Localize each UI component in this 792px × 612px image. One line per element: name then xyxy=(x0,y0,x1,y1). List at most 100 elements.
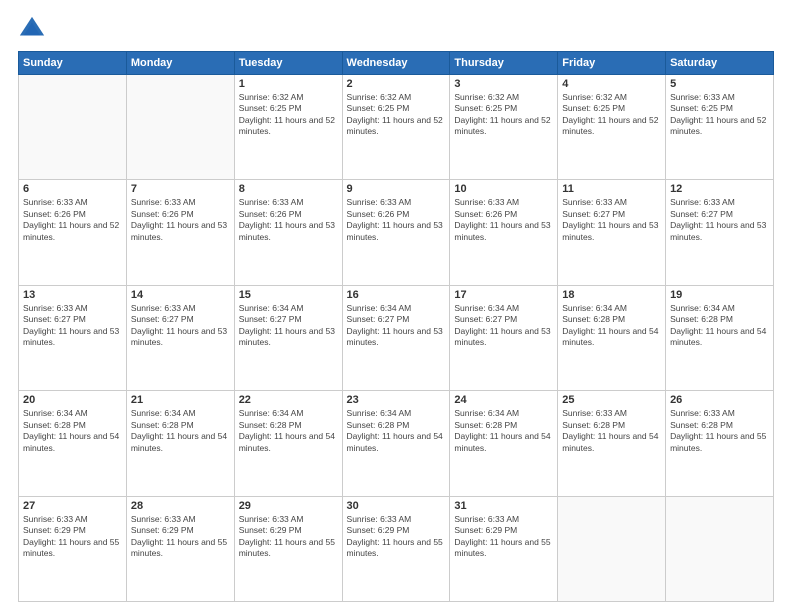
logo-icon xyxy=(18,15,46,43)
header-day-monday: Monday xyxy=(126,52,234,75)
day-number: 25 xyxy=(562,394,661,406)
calendar-cell: 12Sunrise: 6:33 AM Sunset: 6:27 PM Dayli… xyxy=(666,180,774,285)
logo xyxy=(18,15,50,43)
day-number: 18 xyxy=(562,289,661,301)
header-day-sunday: Sunday xyxy=(19,52,127,75)
calendar-cell: 22 Sunrise: 6:34 AM Sunset: 6:28 PM Dayli… xyxy=(234,391,342,496)
calendar-cell: 18 Sunrise: 6:34 AM Sunset: 6:28 PM Dayli… xyxy=(558,285,666,390)
calendar-cell: 25 Sunrise: 6:33 AM Sunset: 6:28 PM Dayli… xyxy=(558,391,666,496)
day-number: 29 xyxy=(239,500,338,512)
day-number: 9 xyxy=(347,183,446,195)
day-detail: Sunrise: 6:33 AM Sunset: 6:26 PM Dayligh… xyxy=(131,197,230,243)
calendar-cell: 19Sunrise: 6:34 AM Sunset: 6:28 PM Dayli… xyxy=(666,285,774,390)
day-number: 24 xyxy=(454,394,553,406)
calendar-table: SundayMondayTuesdayWednesdayThursdayFrid… xyxy=(18,51,774,602)
day-number: 5 xyxy=(670,78,769,90)
day-detail: Sunrise: 6:34 AM Sunset: 6:28 PM Dayligh… xyxy=(131,408,230,454)
day-number: 22 xyxy=(239,394,338,406)
day-detail: Sunrise: 6:33 AM Sunset: 6:25 PM Dayligh… xyxy=(670,92,769,138)
day-number: 12 xyxy=(670,183,769,195)
day-number: 3 xyxy=(454,78,553,90)
calendar-cell: 21 Sunrise: 6:34 AM Sunset: 6:28 PM Dayli… xyxy=(126,391,234,496)
calendar-cell xyxy=(666,496,774,601)
calendar-cell: 24 Sunrise: 6:34 AM Sunset: 6:28 PM Dayli… xyxy=(450,391,558,496)
calendar-cell: 3 Sunrise: 6:32 AM Sunset: 6:25 PM Daylig… xyxy=(450,75,558,180)
day-detail: Sunrise: 6:32 AM Sunset: 6:25 PM Dayligh… xyxy=(454,92,553,138)
calendar-cell: 27Sunrise: 6:33 AM Sunset: 6:29 PM Dayli… xyxy=(19,496,127,601)
calendar-cell: 28 Sunrise: 6:33 AM Sunset: 6:29 PM Dayli… xyxy=(126,496,234,601)
calendar-cell: 30 Sunrise: 6:33 AM Sunset: 6:29 PM Dayli… xyxy=(342,496,450,601)
day-number: 31 xyxy=(454,500,553,512)
day-detail: Sunrise: 6:33 AM Sunset: 6:27 PM Dayligh… xyxy=(562,197,661,243)
day-detail: Sunrise: 6:34 AM Sunset: 6:27 PM Dayligh… xyxy=(454,303,553,349)
week-row-1: 1 Sunrise: 6:32 AM Sunset: 6:25 PM Daylig… xyxy=(19,75,774,180)
day-number: 8 xyxy=(239,183,338,195)
day-number: 2 xyxy=(347,78,446,90)
week-row-3: 13Sunrise: 6:33 AM Sunset: 6:27 PM Dayli… xyxy=(19,285,774,390)
day-number: 19 xyxy=(670,289,769,301)
day-number: 17 xyxy=(454,289,553,301)
calendar-cell: 15 Sunrise: 6:34 AM Sunset: 6:27 PM Dayli… xyxy=(234,285,342,390)
day-detail: Sunrise: 6:33 AM Sunset: 6:29 PM Dayligh… xyxy=(347,514,446,560)
day-detail: Sunrise: 6:32 AM Sunset: 6:25 PM Dayligh… xyxy=(347,92,446,138)
calendar-cell: 4 Sunrise: 6:32 AM Sunset: 6:25 PM Daylig… xyxy=(558,75,666,180)
calendar-cell xyxy=(19,75,127,180)
calendar-cell: 14 Sunrise: 6:33 AM Sunset: 6:27 PM Dayli… xyxy=(126,285,234,390)
calendar-cell xyxy=(126,75,234,180)
day-number: 21 xyxy=(131,394,230,406)
week-row-2: 6 Sunrise: 6:33 AM Sunset: 6:26 PM Daylig… xyxy=(19,180,774,285)
calendar-cell: 20Sunrise: 6:34 AM Sunset: 6:28 PM Dayli… xyxy=(19,391,127,496)
week-row-5: 27Sunrise: 6:33 AM Sunset: 6:29 PM Dayli… xyxy=(19,496,774,601)
day-number: 16 xyxy=(347,289,446,301)
day-detail: Sunrise: 6:32 AM Sunset: 6:25 PM Dayligh… xyxy=(562,92,661,138)
header-day-friday: Friday xyxy=(558,52,666,75)
calendar-cell: 7Sunrise: 6:33 AM Sunset: 6:26 PM Daylig… xyxy=(126,180,234,285)
day-number: 10 xyxy=(454,183,553,195)
calendar-cell: 29 Sunrise: 6:33 AM Sunset: 6:29 PM Dayli… xyxy=(234,496,342,601)
day-number: 4 xyxy=(562,78,661,90)
day-number: 15 xyxy=(239,289,338,301)
calendar-cell: 5 Sunrise: 6:33 AM Sunset: 6:25 PM Daylig… xyxy=(666,75,774,180)
header xyxy=(18,15,774,43)
day-detail: Sunrise: 6:33 AM Sunset: 6:29 PM Dayligh… xyxy=(131,514,230,560)
calendar-cell: 13Sunrise: 6:33 AM Sunset: 6:27 PM Dayli… xyxy=(19,285,127,390)
calendar-cell: 1Sunrise: 6:32 AM Sunset: 6:25 PM Daylig… xyxy=(234,75,342,180)
day-detail: Sunrise: 6:33 AM Sunset: 6:27 PM Dayligh… xyxy=(23,303,122,349)
calendar-cell: 31 Sunrise: 6:33 AM Sunset: 6:29 PM Dayli… xyxy=(450,496,558,601)
day-detail: Sunrise: 6:33 AM Sunset: 6:26 PM Dayligh… xyxy=(454,197,553,243)
day-number: 6 xyxy=(23,183,122,195)
day-detail: Sunrise: 6:33 AM Sunset: 6:27 PM Dayligh… xyxy=(131,303,230,349)
calendar-cell: 2 Sunrise: 6:32 AM Sunset: 6:25 PM Daylig… xyxy=(342,75,450,180)
day-detail: Sunrise: 6:34 AM Sunset: 6:28 PM Dayligh… xyxy=(454,408,553,454)
day-detail: Sunrise: 6:34 AM Sunset: 6:28 PM Dayligh… xyxy=(347,408,446,454)
day-detail: Sunrise: 6:34 AM Sunset: 6:28 PM Dayligh… xyxy=(562,303,661,349)
day-detail: Sunrise: 6:33 AM Sunset: 6:29 PM Dayligh… xyxy=(239,514,338,560)
day-number: 11 xyxy=(562,183,661,195)
day-detail: Sunrise: 6:33 AM Sunset: 6:26 PM Dayligh… xyxy=(347,197,446,243)
page: SundayMondayTuesdayWednesdayThursdayFrid… xyxy=(0,0,792,612)
day-number: 20 xyxy=(23,394,122,406)
calendar-cell: 26 Sunrise: 6:33 AM Sunset: 6:28 PM Dayli… xyxy=(666,391,774,496)
day-number: 1 xyxy=(239,78,338,90)
calendar-cell: 16Sunrise: 6:34 AM Sunset: 6:27 PM Dayli… xyxy=(342,285,450,390)
day-detail: Sunrise: 6:34 AM Sunset: 6:28 PM Dayligh… xyxy=(239,408,338,454)
week-row-4: 20 Sunrise: 6:34 AM Sunset: 6:28 PM Dayli… xyxy=(19,391,774,496)
calendar-cell: 23 Sunrise: 6:34 AM Sunset: 6:28 PM Dayli… xyxy=(342,391,450,496)
calendar-cell: 10 Sunrise: 6:33 AM Sunset: 6:26 PM Dayli… xyxy=(450,180,558,285)
day-number: 30 xyxy=(347,500,446,512)
day-detail: Sunrise: 6:33 AM Sunset: 6:29 PM Dayligh… xyxy=(454,514,553,560)
day-detail: Sunrise: 6:33 AM Sunset: 6:28 PM Dayligh… xyxy=(670,408,769,454)
day-detail: Sunrise: 6:33 AM Sunset: 6:28 PM Dayligh… xyxy=(562,408,661,454)
calendar-cell: 9 Sunrise: 6:33 AM Sunset: 6:26 PM Daylig… xyxy=(342,180,450,285)
day-number: 26 xyxy=(670,394,769,406)
calendar-cell xyxy=(558,496,666,601)
day-detail: Sunrise: 6:33 AM Sunset: 6:29 PM Dayligh… xyxy=(23,514,122,560)
day-number: 23 xyxy=(347,394,446,406)
calendar-cell: 11 Sunrise: 6:33 AM Sunset: 6:27 PM Dayli… xyxy=(558,180,666,285)
day-number: 14 xyxy=(131,289,230,301)
header-day-tuesday: Tuesday xyxy=(234,52,342,75)
day-number: 28 xyxy=(131,500,230,512)
calendar-cell: 17 Sunrise: 6:34 AM Sunset: 6:27 PM Dayli… xyxy=(450,285,558,390)
calendar-cell: 6Sunrise: 6:33 AM Sunset: 6:26 PM Daylig… xyxy=(19,180,127,285)
day-detail: Sunrise: 6:34 AM Sunset: 6:27 PM Dayligh… xyxy=(239,303,338,349)
